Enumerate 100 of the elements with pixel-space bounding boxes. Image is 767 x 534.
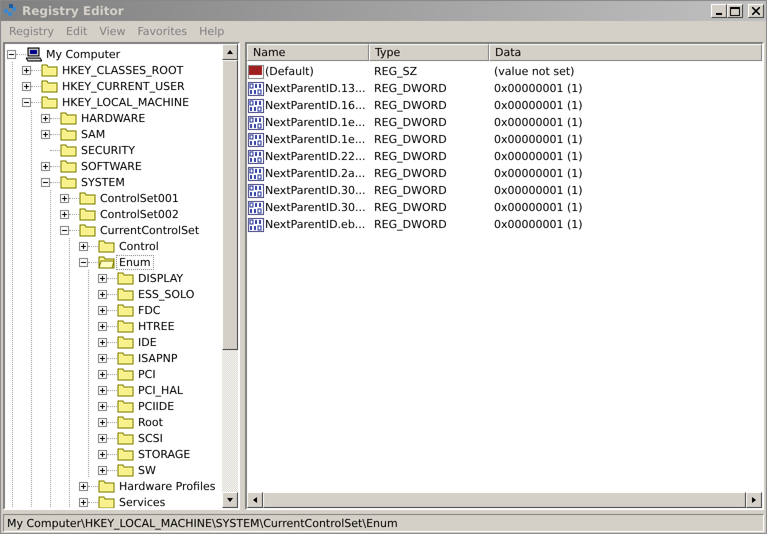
status-bar: My Computer\HKEY_LOCAL_MACHINE\SYSTEM\CurrentControlSet\Enum (3, 514, 764, 532)
scroll-left-button[interactable] (247, 492, 263, 508)
tree-item[interactable]: Hardware Profiles (117, 480, 218, 492)
tree-item[interactable]: My Computer (44, 48, 122, 60)
tree-item[interactable]: ControlSet002 (98, 208, 181, 220)
tree-item[interactable]: ControlSet001 (98, 192, 181, 204)
folder-icon (60, 159, 77, 173)
tree-item[interactable]: HTREE (136, 320, 177, 332)
expand-icon[interactable] (98, 434, 107, 442)
folder-icon (117, 415, 134, 429)
value-name[interactable]: NextParentID.22... (265, 150, 366, 163)
tree-item[interactable]: PCIIDE (136, 400, 176, 412)
tree-item[interactable]: HARDWARE (79, 112, 148, 124)
tree-item[interactable]: HKEY_CURRENT_USER (60, 80, 187, 92)
value-name[interactable]: NextParentID.30... (265, 184, 366, 197)
expand-icon[interactable] (41, 130, 50, 138)
value-name[interactable]: NextParentID.eb... (265, 218, 366, 231)
value-name[interactable]: NextParentID.2a... (265, 167, 366, 180)
tree-item[interactable]: SYSTEM (79, 176, 127, 188)
down-arrow-icon (226, 496, 234, 504)
expand-icon[interactable] (98, 274, 107, 282)
tree-item[interactable]: Enum (117, 256, 153, 268)
tree-item[interactable]: SCSI (136, 432, 165, 444)
tree-item[interactable]: HKEY_LOCAL_MACHINE (60, 96, 192, 108)
expand-icon[interactable] (22, 82, 31, 90)
tree-item[interactable]: PCI_HAL (136, 384, 185, 396)
tree-item[interactable]: SOFTWARE (79, 160, 144, 172)
tree-item[interactable]: HKEY_CLASSES_ROOT (60, 64, 186, 76)
right-arrow-icon (750, 496, 758, 504)
scroll-right-button[interactable] (746, 492, 762, 508)
column-header[interactable]: Type (369, 44, 489, 61)
expand-icon[interactable] (60, 194, 69, 202)
string-value-icon (248, 64, 264, 78)
scrollbar-thumb[interactable] (222, 60, 238, 350)
tree-item[interactable]: ISAPNP (136, 352, 180, 364)
value-name[interactable]: NextParentID.13... (265, 82, 366, 95)
expand-icon[interactable] (79, 498, 88, 506)
value-name[interactable]: NextParentID.16... (265, 99, 366, 112)
tree-item[interactable]: SAM (79, 128, 108, 140)
folder-icon (98, 239, 115, 253)
minimize-button[interactable] (711, 4, 727, 18)
tree-item[interactable]: PCI (136, 368, 158, 380)
tree-item[interactable]: Control (117, 240, 161, 252)
tree-item[interactable]: SECURITY (79, 144, 137, 156)
binary-value-icon (248, 200, 264, 214)
expand-icon[interactable] (98, 466, 107, 474)
scroll-up-button[interactable] (222, 44, 238, 60)
tree-item[interactable]: DISPLAY (136, 272, 186, 284)
folder-icon (117, 303, 134, 317)
expand-icon[interactable] (98, 290, 107, 298)
expand-icon[interactable] (98, 450, 107, 458)
collapse-icon[interactable] (41, 178, 50, 186)
folder-icon (60, 127, 77, 141)
expand-icon[interactable] (98, 370, 107, 378)
expand-icon[interactable] (79, 242, 88, 250)
close-button[interactable] (748, 4, 764, 18)
collapse-icon[interactable] (79, 258, 88, 266)
collapse-icon[interactable] (60, 226, 69, 234)
expand-icon[interactable] (98, 322, 107, 330)
tree-item[interactable]: SW (136, 464, 158, 476)
value-type: REG_DWORD (374, 150, 447, 163)
collapse-icon[interactable] (7, 50, 16, 58)
value-type: REG_DWORD (374, 184, 447, 197)
folder-icon (117, 335, 134, 349)
tree-item[interactable]: Root (136, 416, 165, 428)
tree-item[interactable]: IDE (136, 336, 159, 348)
maximize-button[interactable] (727, 4, 743, 18)
scroll-down-button[interactable] (222, 492, 238, 508)
value-data: 0x00000001 (1) (494, 150, 583, 163)
column-header[interactable]: Name (247, 44, 369, 61)
expand-icon[interactable] (79, 482, 88, 490)
expand-icon[interactable] (22, 66, 31, 74)
value-name[interactable]: NextParentID.1e... (265, 116, 366, 129)
tree-item[interactable]: STORAGE (136, 448, 192, 460)
expand-icon[interactable] (41, 114, 50, 122)
value-name[interactable]: NextParentID.1e... (265, 133, 366, 146)
collapse-icon[interactable] (22, 98, 31, 106)
expand-icon[interactable] (98, 386, 107, 394)
binary-value-icon (248, 150, 264, 164)
value-type: REG_DWORD (374, 99, 447, 112)
expand-icon[interactable] (98, 418, 107, 426)
expand-icon[interactable] (98, 306, 107, 314)
expand-icon[interactable] (98, 338, 107, 346)
tree-item[interactable]: FDC (136, 304, 162, 316)
value-name[interactable]: (Default) (265, 65, 314, 78)
expand-icon[interactable] (60, 210, 69, 218)
value-type: REG_DWORD (374, 218, 447, 231)
expand-icon[interactable] (98, 402, 107, 410)
expand-icon[interactable] (41, 162, 50, 170)
tree-item[interactable]: Services (117, 496, 168, 508)
vertical-scrollbar[interactable] (222, 44, 238, 508)
expand-icon[interactable] (98, 354, 107, 362)
tree-item[interactable]: ESS_SOLO (136, 288, 196, 300)
folder-icon (60, 111, 77, 125)
column-header[interactable]: Data (489, 44, 762, 61)
value-data: (value not set) (494, 65, 574, 78)
registry-icon (3, 3, 19, 19)
value-name[interactable]: NextParentID.30... (265, 201, 366, 214)
value-data: 0x00000001 (1) (494, 133, 583, 146)
tree-item[interactable]: CurrentControlSet (98, 224, 202, 236)
